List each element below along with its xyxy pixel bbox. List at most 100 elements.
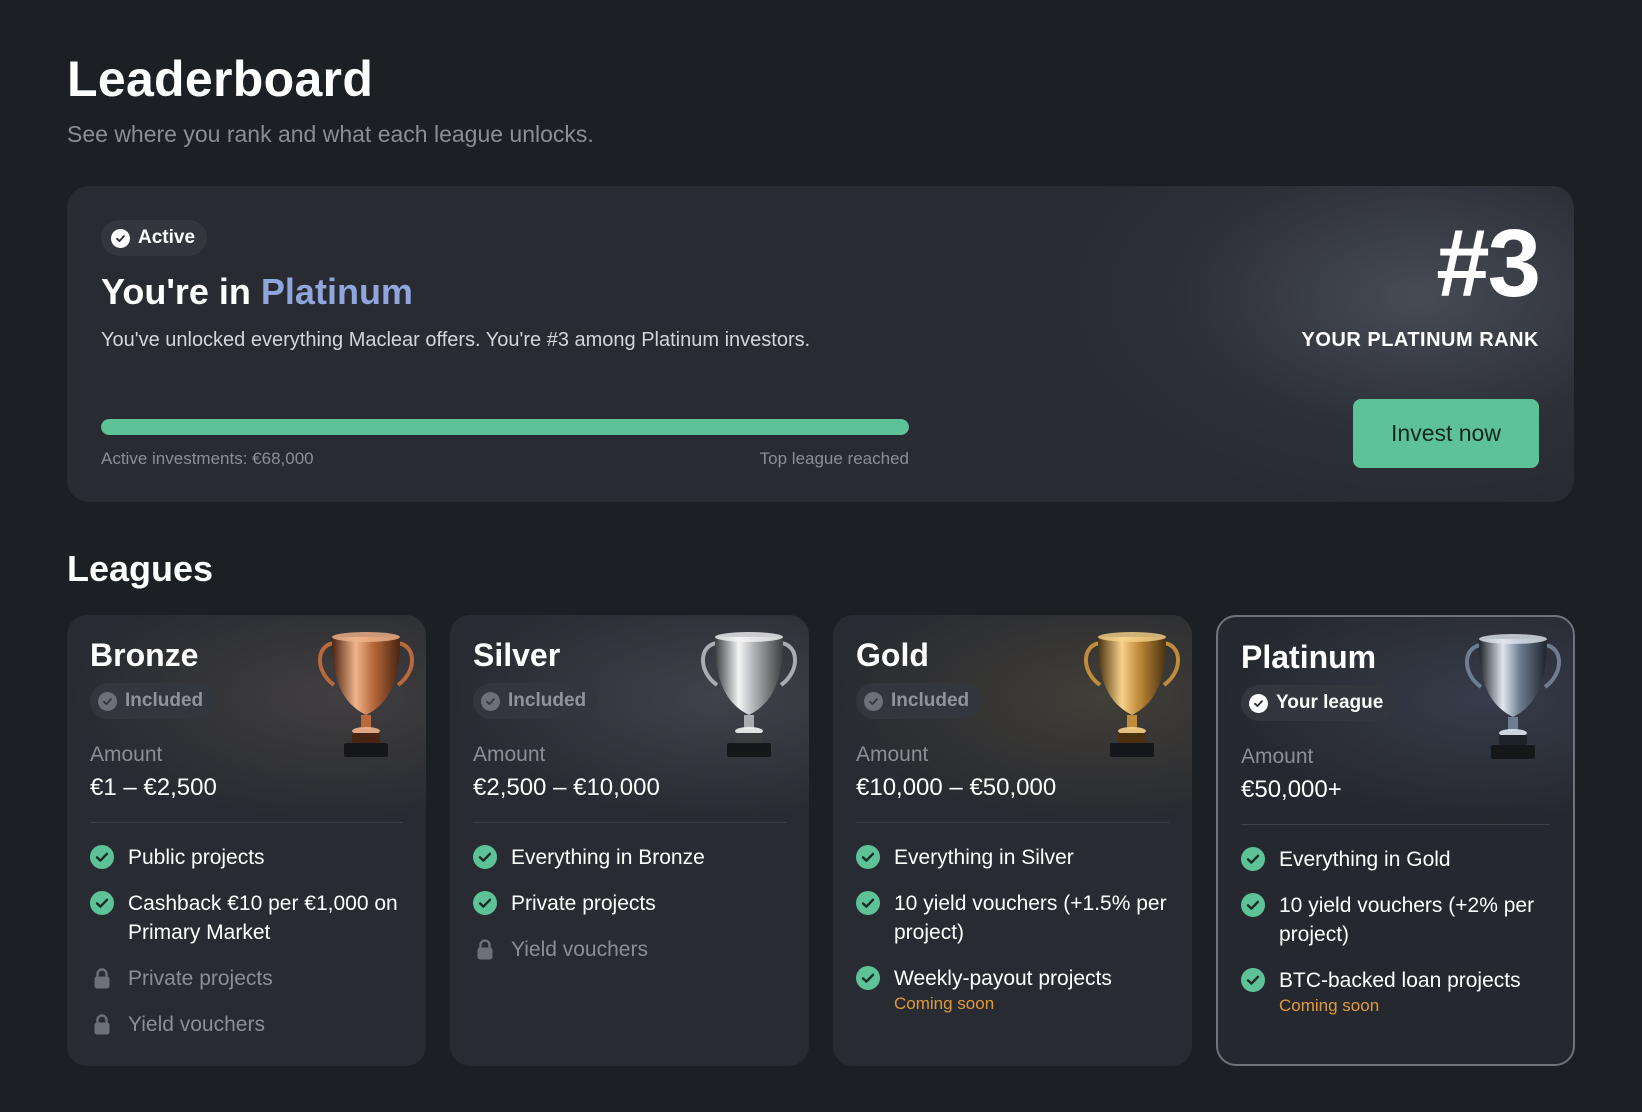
rank-number: #3 (1436, 210, 1541, 317)
status-badge: Active (101, 220, 208, 256)
feature-text: 10 yield vouchers (+1.5% per project) (894, 889, 1172, 947)
amount-value: €2,500 – €10,000 (473, 774, 660, 801)
feature-text: Everything in Bronze (511, 843, 705, 872)
progress-status-label: Top league reached (759, 449, 909, 468)
feature-list: Everything in Silver 10 yield vouchers (… (856, 843, 1172, 1032)
current-league-description: You've unlocked everything Maclear offer… (101, 329, 811, 351)
league-name: Bronze (90, 637, 199, 673)
coming-soon-label: Coming soon (1279, 996, 1380, 1015)
feature-text: Cashback €10 per €1,000 on Primary Marke… (128, 889, 406, 947)
progress-fill (101, 419, 909, 435)
feature-label: Cashback €10 per €1,000 on Primary Marke… (128, 892, 398, 944)
feature-item: Yield vouchers (90, 1010, 406, 1039)
check-circle-icon (98, 691, 117, 711)
check-circle-icon (1249, 693, 1268, 713)
check-circle-icon (1241, 893, 1265, 917)
feature-text: 10 yield vouchers (+2% per project) (1279, 891, 1553, 949)
feature-item: Everything in Bronze (473, 843, 789, 872)
feature-item: Private projects (473, 889, 789, 918)
check-circle-icon (90, 845, 114, 869)
divider (1241, 824, 1550, 825)
check-circle-icon (856, 845, 880, 869)
included-badge: Included (856, 683, 982, 719)
amount-value: €50,000+ (1241, 776, 1342, 803)
check-circle-icon (1241, 968, 1265, 992)
included-badge: Included (473, 683, 599, 719)
league-name: Platinum (1241, 639, 1377, 675)
badge-label: Included (508, 690, 587, 711)
page-title: Leaderboard (67, 51, 374, 107)
feature-item: BTC-backed loan projects Coming soon (1241, 966, 1553, 1017)
feature-text: Yield vouchers (128, 1010, 265, 1039)
active-investments-label: Active investments: €68,000 (101, 449, 314, 468)
feature-item: Private projects (90, 964, 406, 993)
feature-label: BTC-backed loan projects (1279, 969, 1521, 992)
feature-label: Everything in Gold (1279, 848, 1451, 871)
check-circle-icon (856, 891, 880, 915)
coming-soon-label: Coming soon (894, 994, 995, 1013)
feature-text: Everything in Silver (894, 843, 1074, 872)
investment-progress-bar (101, 419, 909, 435)
lock-icon (90, 966, 114, 990)
lock-icon (90, 1012, 114, 1036)
badge-label: Included (891, 690, 970, 711)
heading-prefix: You're in (101, 271, 251, 312)
rank-label: YOUR PLATINUM RANK (1301, 329, 1539, 351)
leaderboard-page: Leaderboard See where you rank and what … (0, 0, 1642, 1112)
check-circle-icon (1241, 847, 1265, 871)
current-league-card: Active You're in Platinum You've unlocke… (67, 186, 1574, 502)
feature-item: Cashback €10 per €1,000 on Primary Marke… (90, 889, 406, 947)
feature-text: Yield vouchers (511, 935, 648, 964)
leagues-section-title: Leagues (67, 548, 214, 589)
check-circle-icon (856, 966, 880, 990)
feature-text: Private projects (511, 889, 656, 918)
status-label: Active (138, 227, 196, 248)
heading-league-name: Platinum (260, 271, 413, 312)
current-league-heading: You're in Platinum (101, 271, 413, 313)
included-badge: Included (90, 683, 216, 719)
trophy-icon (1074, 623, 1190, 763)
league-card-bronze: Bronze Included Amount €1 – €2,500 Public… (67, 615, 426, 1066)
feature-label: Yield vouchers (128, 1013, 265, 1036)
feature-item: Everything in Silver (856, 843, 1172, 872)
feature-label: Private projects (511, 892, 656, 915)
amount-label: Amount (856, 743, 929, 766)
feature-item: 10 yield vouchers (+2% per project) (1241, 891, 1553, 949)
league-name: Gold (856, 637, 929, 673)
trophy-icon (691, 623, 807, 763)
lock-icon (473, 937, 497, 961)
feature-text: Weekly-payout projects Coming soon (894, 964, 1112, 1015)
check-circle-icon (111, 228, 130, 248)
feature-label: Weekly-payout projects (894, 967, 1112, 990)
invest-now-button[interactable]: Invest now (1353, 399, 1539, 468)
feature-list: Everything in Gold 10 yield vouchers (+2… (1241, 845, 1553, 1034)
feature-label: Everything in Bronze (511, 846, 705, 869)
feature-item: Everything in Gold (1241, 845, 1553, 874)
feature-list: Everything in Bronze Private projects Yi… (473, 843, 789, 981)
divider (856, 822, 1169, 823)
league-card-gold: Gold Included Amount €10,000 – €50,000 Ev… (833, 615, 1192, 1066)
badge-label: Your league (1276, 692, 1384, 713)
feature-item: 10 yield vouchers (+1.5% per project) (856, 889, 1172, 947)
trophy-icon (1455, 625, 1571, 765)
badge-label: Included (125, 690, 204, 711)
feature-text: Private projects (128, 964, 273, 993)
page-subtitle: See where you rank and what each league … (67, 121, 594, 147)
trophy-icon (308, 623, 424, 763)
feature-label: 10 yield vouchers (+1.5% per project) (894, 892, 1167, 944)
feature-label: Public projects (128, 846, 265, 869)
feature-item: Yield vouchers (473, 935, 789, 964)
league-name: Silver (473, 637, 561, 673)
divider (473, 822, 786, 823)
feature-text: Everything in Gold (1279, 845, 1451, 874)
amount-label: Amount (1241, 745, 1314, 768)
amount-value: €10,000 – €50,000 (856, 774, 1057, 801)
check-circle-icon (481, 691, 500, 711)
feature-label: Everything in Silver (894, 846, 1074, 869)
feature-list: Public projects Cashback €10 per €1,000 … (90, 843, 406, 1056)
amount-value: €1 – €2,500 (90, 774, 217, 801)
feature-label: Yield vouchers (511, 938, 648, 961)
check-circle-icon (864, 691, 883, 711)
league-card-platinum: Platinum Your league Amount €50,000+ Ever… (1216, 615, 1575, 1066)
league-card-silver: Silver Included Amount €2,500 – €10,000 E… (450, 615, 809, 1066)
